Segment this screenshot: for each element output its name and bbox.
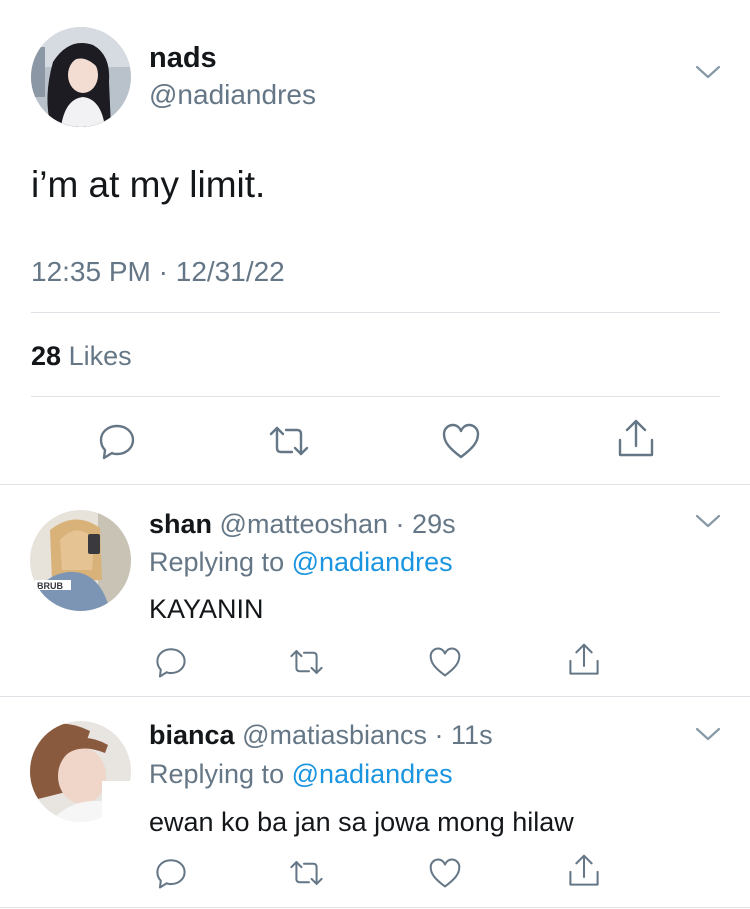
- reply-author-handle[interactable]: @matiasbiancs: [242, 720, 427, 750]
- avatar-photo: [31, 27, 131, 127]
- likes-count: 28: [31, 341, 62, 371]
- separator-dot: ·: [158, 256, 176, 287]
- reply-text: ewan ko ba jan sa jowa mong hilaw: [149, 807, 574, 837]
- share-icon[interactable]: [616, 418, 656, 460]
- retweet-icon[interactable]: [267, 421, 311, 461]
- tweet-timestamp: 12:35 PM · 12/31/22: [31, 255, 285, 289]
- reply-author-handle[interactable]: @matteoshan: [220, 509, 389, 539]
- chevron-down-icon[interactable]: [694, 724, 722, 744]
- avatar-photo: [30, 721, 131, 822]
- reply-header: shan @matteoshan · 29s: [149, 508, 456, 540]
- replying-to-label: Replying to: [149, 547, 285, 577]
- reply-icon[interactable]: [97, 421, 137, 461]
- section-divider: [0, 907, 750, 908]
- section-divider: [0, 484, 750, 485]
- share-icon[interactable]: [567, 853, 601, 889]
- avatar-shirt-text: BRUB: [37, 581, 63, 591]
- tweet-time: 12:35 PM: [31, 256, 151, 287]
- divider: [31, 312, 720, 313]
- author-handle[interactable]: @nadiandres: [149, 78, 316, 112]
- separator-dot: ·: [427, 720, 452, 750]
- chevron-down-icon[interactable]: [694, 511, 722, 531]
- avatar[interactable]: [31, 27, 131, 127]
- divider: [31, 396, 720, 397]
- reply-age: 29s: [412, 509, 456, 539]
- reply-icon[interactable]: [154, 645, 188, 679]
- replying-to: Replying to @nadiandres: [149, 546, 453, 578]
- reply-text: KAYANIN: [149, 594, 264, 624]
- retweet-icon[interactable]: [288, 856, 325, 890]
- reply-age: 11s: [451, 720, 493, 750]
- share-icon[interactable]: [567, 642, 601, 678]
- reply-header: bianca @matiasbiancs · 11s: [149, 719, 493, 751]
- tweet-date: 12/31/22: [175, 256, 285, 287]
- reply-icon[interactable]: [154, 856, 188, 890]
- like-icon[interactable]: [428, 857, 462, 889]
- avatar[interactable]: BRUB: [30, 510, 131, 611]
- avatar-photo: BRUB: [30, 510, 131, 611]
- likes-label: Likes: [68, 341, 132, 371]
- separator-dot: ·: [388, 509, 413, 539]
- replying-to-label: Replying to: [149, 759, 285, 789]
- retweet-icon[interactable]: [288, 645, 325, 679]
- reply-author-name[interactable]: shan: [149, 509, 212, 539]
- like-icon[interactable]: [441, 422, 481, 460]
- section-divider: [0, 696, 750, 697]
- replying-to: Replying to @nadiandres: [149, 758, 453, 790]
- tweet-text: i’m at my limit.: [31, 164, 266, 205]
- author-name[interactable]: nads: [149, 41, 217, 75]
- replying-to-link[interactable]: @nadiandres: [292, 547, 453, 577]
- replying-to-link[interactable]: @nadiandres: [292, 759, 453, 789]
- avatar[interactable]: [30, 721, 131, 822]
- chevron-down-icon[interactable]: [694, 62, 722, 82]
- reply-author-name[interactable]: bianca: [149, 720, 235, 750]
- likes-count-link[interactable]: 28 Likes: [31, 339, 132, 373]
- like-icon[interactable]: [428, 646, 462, 678]
